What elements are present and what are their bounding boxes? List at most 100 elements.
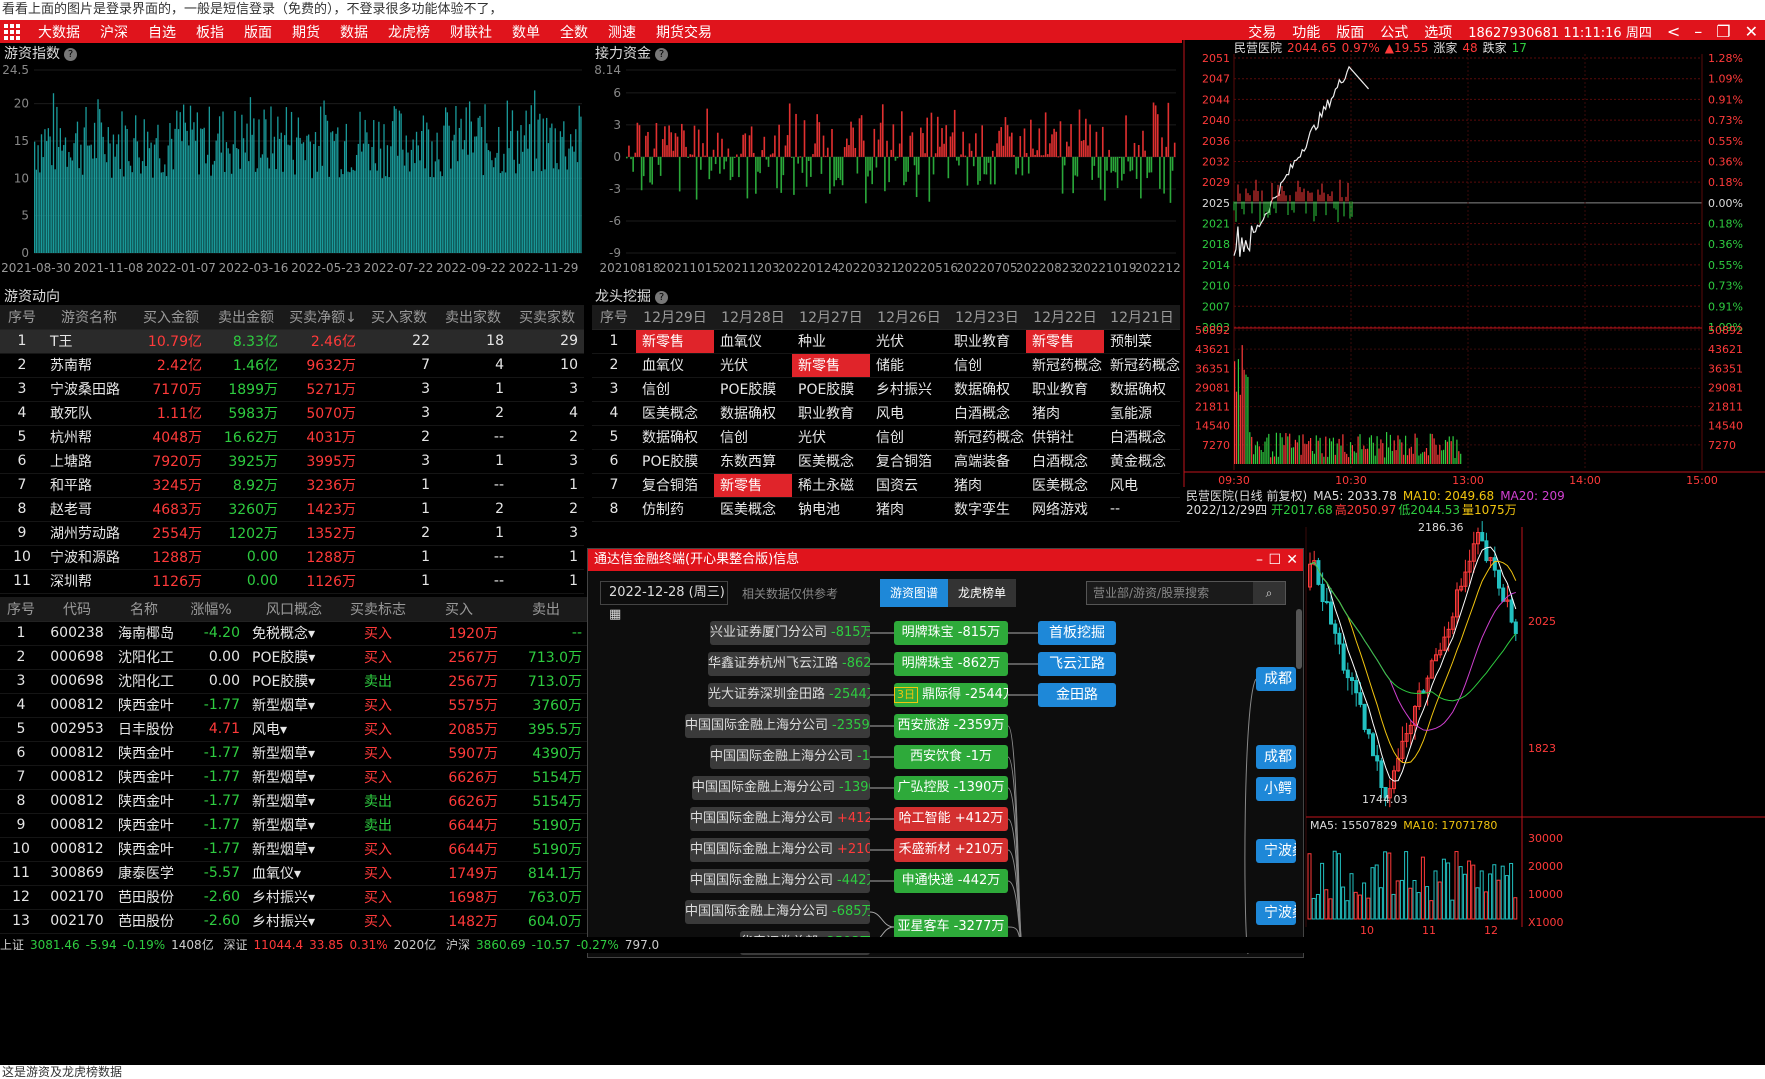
concept-cell[interactable]: 新冠药概念 [1104, 353, 1180, 378]
menu-item[interactable]: 公式 [1372, 22, 1416, 42]
stock-node[interactable]: 申通快递 -442万 [894, 869, 1008, 893]
edge-node[interactable]: 成都 [1256, 745, 1296, 769]
stock-node[interactable]: 西安饮食 -1万 [894, 745, 1008, 769]
table-row[interactable]: 9 000812 陕西金叶 -1.77 新型烟草▾ 卖出 6644万 5190万 [0, 813, 588, 838]
broker-node[interactable]: 中国国际金融上海分公司+210万 [690, 838, 870, 862]
concept-cell[interactable]: 复合铜箔 [636, 473, 714, 498]
close-icon[interactable]: ✕ [1738, 22, 1765, 41]
concept-cell[interactable]: 种业 [792, 329, 870, 354]
menu-item[interactable]: 自选 [138, 22, 186, 42]
column-header[interactable]: 序号 [592, 305, 636, 330]
concept-cell[interactable]: 白酒概念 [1104, 425, 1180, 450]
concept-cell[interactable]: 供销社 [1026, 425, 1104, 450]
concept-cell[interactable]: 猪肉 [1026, 401, 1104, 426]
menu-item[interactable]: 期货交易 [646, 22, 722, 42]
column-header[interactable]: 风口概念 [246, 597, 342, 622]
table-row[interactable]: 3 信创 POE胶膜 POE胶膜 乡村振兴 数据确权 职业教育 数据确权 [592, 377, 1180, 402]
column-header[interactable]: 代码 [42, 597, 112, 622]
broker-node[interactable]: 中国国际金融上海分公司 -685万 [685, 900, 870, 924]
column-header[interactable]: 卖出 [504, 597, 588, 622]
concept-cell[interactable]: 医美概念 [714, 497, 792, 522]
edge-node[interactable]: 宁波桑 [1256, 839, 1296, 863]
table-row[interactable]: 5 002953 日丰股份 4.71 风电▾ 买入 2085万 395.5万 [0, 717, 588, 742]
broker-node[interactable]: 中国国际金融上海分公司+412万 [690, 807, 870, 831]
column-header[interactable]: 买卖标志 [342, 597, 414, 622]
table-cell[interactable]: 新型烟草▾ [246, 789, 342, 814]
hub-node[interactable]: 飞云江路 [1038, 652, 1116, 676]
concept-cell[interactable]: 风电 [870, 401, 948, 426]
stock-node[interactable]: 西安旅游 -2359万 [894, 714, 1008, 738]
table-cell[interactable]: 新型烟草▾ [246, 765, 342, 790]
stock-node[interactable]: 明牌珠宝 -815万 [894, 621, 1008, 645]
broker-node[interactable]: 光大证券深圳金田路-2544万 [708, 683, 870, 707]
menu-item[interactable]: 龙虎榜 [378, 22, 440, 42]
broker-node[interactable]: 中国国际金融上海分公司-1390万 [692, 776, 870, 800]
table-row[interactable]: 11 深圳帮 1126万 0.00 1126万 1 -- 1 [0, 569, 584, 594]
column-header[interactable]: 卖出金额 [208, 305, 284, 330]
stock-node[interactable]: 明牌珠宝 -862万 [894, 652, 1008, 676]
concept-cell[interactable]: 新零售 [714, 473, 792, 498]
concept-cell[interactable]: 数据确权 [714, 401, 792, 426]
column-header[interactable]: 游资名称 [44, 305, 134, 330]
stock-node[interactable]: 禾盛新材 +210万 [894, 838, 1008, 862]
concept-cell[interactable]: 新冠药概念 [948, 425, 1026, 450]
column-header[interactable]: 12月26日 [870, 305, 948, 330]
table-cell[interactable]: 新型烟草▾ [246, 837, 342, 862]
concept-cell[interactable]: 风电 [1104, 473, 1180, 498]
column-header[interactable]: 12月28日 [714, 305, 792, 330]
table-row[interactable]: 4 000812 陕西金叶 -1.77 新型烟草▾ 买入 5575万 3760万 [0, 693, 588, 718]
broker-node[interactable]: 中国国际金融上海分公司-2359万 [685, 714, 870, 738]
dialog-scrollbar[interactable] [1296, 609, 1302, 669]
column-header[interactable]: 12月27日 [792, 305, 870, 330]
table-row[interactable]: 4 敢死队 1.11亿 5983万 5070万 3 2 4 [0, 401, 584, 426]
concept-cell[interactable]: 职业教育 [1026, 377, 1104, 402]
menu-item[interactable]: 数单 [502, 22, 550, 42]
edge-node[interactable]: 宁波桑 [1256, 901, 1296, 925]
concept-cell[interactable]: 储能 [870, 353, 948, 378]
table-row[interactable]: 8 000812 陕西金叶 -1.77 新型烟草▾ 卖出 6626万 5154万 [0, 789, 588, 814]
restore-icon[interactable]: ❐ [1709, 22, 1737, 41]
concept-cell[interactable]: 猪肉 [870, 497, 948, 522]
table-row[interactable]: 6 POE胶膜 东数西算 医美概念 复合铜箔 高端装备 白酒概念 黄金概念 [592, 449, 1180, 474]
concept-cell[interactable]: 光伏 [792, 425, 870, 450]
concept-cell[interactable]: 医美概念 [1026, 473, 1104, 498]
table-row[interactable]: 8 赵老哥 4683万 3260万 1423万 1 2 2 [0, 497, 584, 522]
column-header[interactable]: 12月23日 [948, 305, 1026, 330]
table-row[interactable]: 11 300869 康泰医学 -5.57 血氧仪▾ 买入 1749万 814.1万 [0, 861, 588, 886]
menu-item[interactable]: 数据 [330, 22, 378, 42]
hub-node[interactable]: 金田路 [1038, 683, 1116, 707]
table-row[interactable]: 6 000812 陕西金叶 -1.77 新型烟草▾ 买入 5907万 4390万 [0, 741, 588, 766]
concept-cell[interactable]: 职业教育 [792, 401, 870, 426]
table-cell[interactable]: 乡村振兴▾ [246, 885, 342, 910]
column-header[interactable]: 卖出家数 [436, 305, 510, 330]
concept-cell[interactable]: 医美概念 [792, 449, 870, 474]
column-header[interactable]: 序号 [0, 305, 44, 330]
table-row[interactable]: 5 数据确权 信创 光伏 信创 新冠药概念 供销社 白酒概念 [592, 425, 1180, 450]
menu-item[interactable]: 交易 [1240, 22, 1284, 42]
concept-cell[interactable]: POE胶膜 [792, 377, 870, 402]
hub-node[interactable]: 首板挖掘 [1038, 621, 1116, 645]
broker-node[interactable]: 兴业证券厦门分公司 -815万 [710, 621, 870, 645]
table-row[interactable]: 10 宁波和源路 1288万 0.00 1288万 1 -- 1 [0, 545, 584, 570]
help-icon[interactable]: ? [655, 290, 668, 304]
table-row[interactable]: 12 002170 芭田股份 -2.60 乡村振兴▾ 买入 1698万 763.0万 [0, 885, 588, 910]
table-row[interactable]: 7 000812 陕西金叶 -1.77 新型烟草▾ 买入 6626万 5154万 [0, 765, 588, 790]
column-header[interactable]: 12月21日 [1104, 305, 1180, 330]
concept-cell[interactable]: 血氧仪 [636, 353, 714, 378]
concept-cell[interactable]: 国资云 [870, 473, 948, 498]
concept-cell[interactable]: 稀土永磁 [792, 473, 870, 498]
column-header[interactable]: 买入金额 [134, 305, 208, 330]
column-header[interactable]: 序号 [0, 597, 42, 622]
menu-item[interactable]: 板指 [186, 22, 234, 42]
column-header[interactable]: 买入 [414, 597, 504, 622]
back-icon[interactable]: < [1660, 22, 1687, 41]
concept-cell[interactable]: 光伏 [714, 353, 792, 378]
concept-cell[interactable]: 新零售 [636, 329, 714, 354]
column-header[interactable]: 12月22日 [1026, 305, 1104, 330]
table-cell[interactable]: 风电▾ [246, 717, 342, 742]
table-row[interactable]: 7 和平路 3245万 8.92万 3236万 1 -- 1 [0, 473, 584, 498]
menu-item[interactable]: 版面 [234, 22, 282, 42]
concept-cell[interactable]: 光伏 [870, 329, 948, 354]
table-row[interactable]: 7 复合铜箔 新零售 稀土永磁 国资云 猪肉 医美概念 风电 [592, 473, 1180, 498]
concept-cell[interactable]: 仿制药 [636, 497, 714, 522]
